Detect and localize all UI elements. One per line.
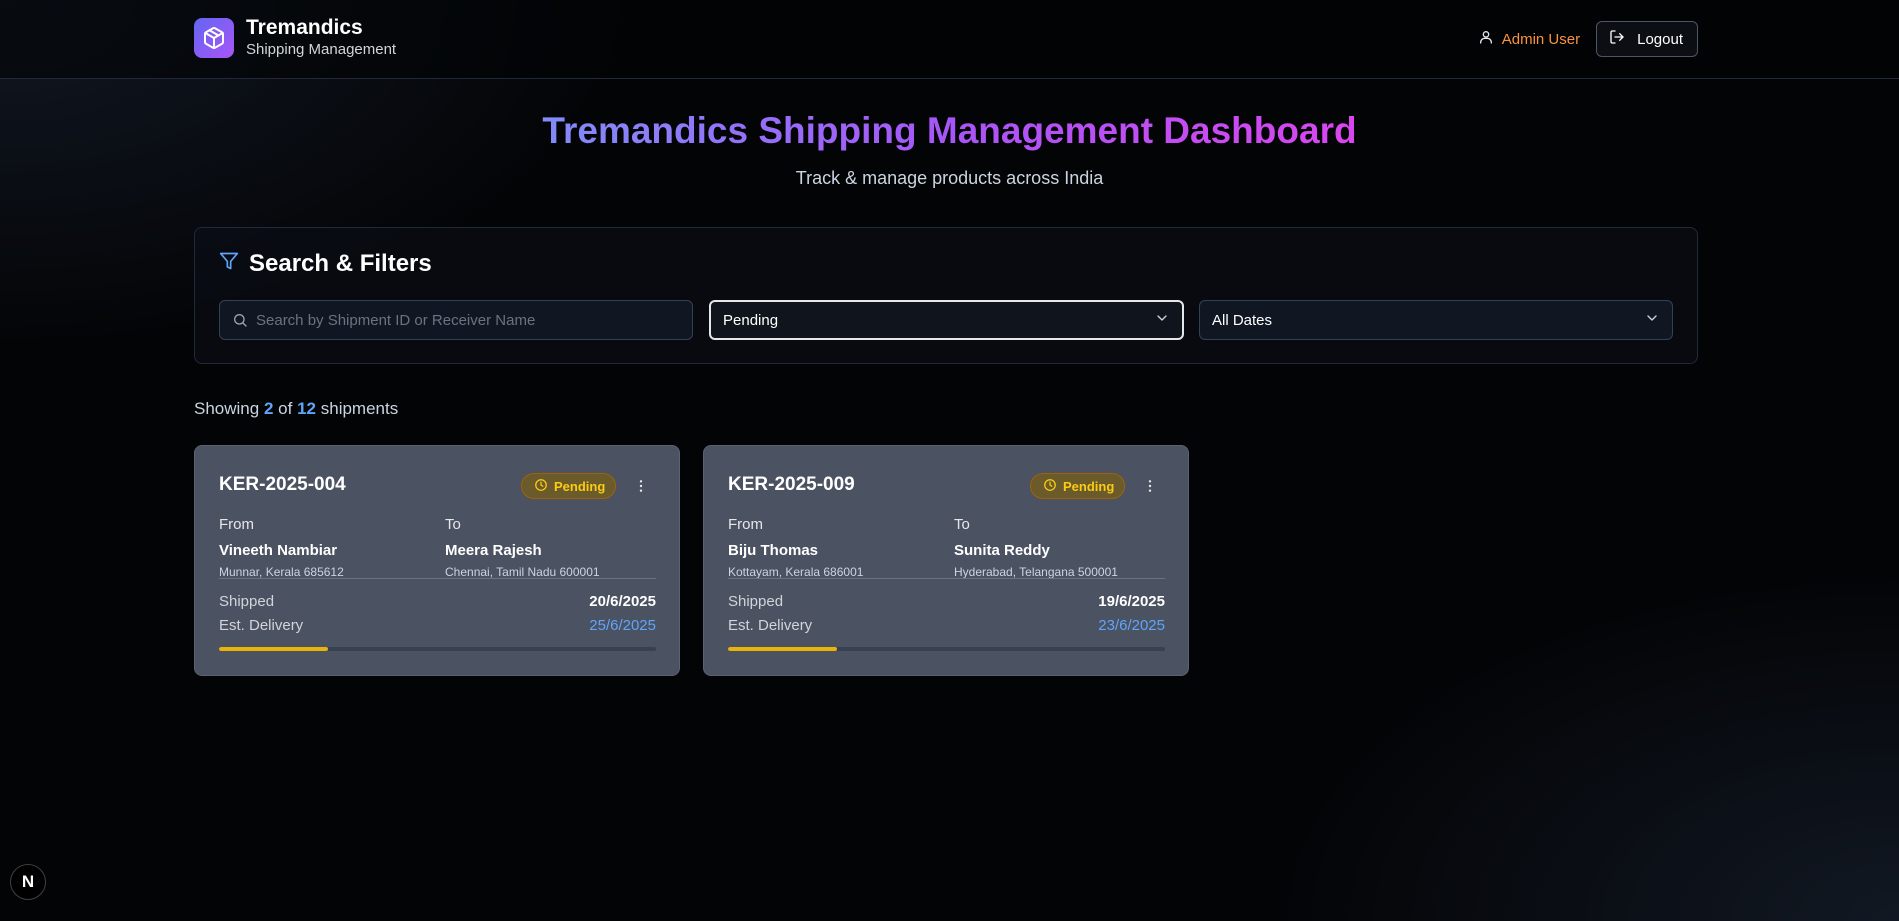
- receiver-name: Meera Rajesh: [445, 542, 542, 559]
- result-count-prefix: Showing: [194, 399, 260, 418]
- status-badge: Pending: [1030, 473, 1126, 499]
- result-count-of: of: [278, 399, 293, 418]
- shipped-label: Shipped: [219, 593, 275, 610]
- shipment-card[interactable]: KER-2025-009 Pending From Biju Thomas Ko…: [703, 445, 1189, 676]
- chevron-down-icon: [1154, 310, 1170, 331]
- shipped-row: Shipped 19/6/2025: [728, 593, 1165, 610]
- sender-info: From Biju Thomas Kottayam, Kerala 686001: [728, 516, 863, 580]
- shipment-card[interactable]: KER-2025-004 Pending From Vineeth Nambia…: [194, 445, 680, 676]
- divider: [728, 578, 1165, 579]
- user-name: Admin User: [1501, 30, 1581, 48]
- brand[interactable]: Tremandics Shipping Management: [194, 16, 397, 58]
- more-options-icon[interactable]: [631, 476, 651, 496]
- progress-bar: [219, 647, 656, 651]
- page-title: Tremandics Shipping Management Dashboard: [0, 108, 1899, 154]
- delivery-row: Est. Delivery 25/6/2025: [219, 617, 656, 634]
- nextjs-dev-badge[interactable]: N: [10, 864, 46, 900]
- filter-icon: [219, 250, 239, 278]
- chevron-down-icon: [1644, 310, 1660, 331]
- user-profile[interactable]: Admin User: [1478, 29, 1580, 50]
- delivery-row: Est. Delivery 23/6/2025: [728, 617, 1165, 634]
- divider: [219, 578, 656, 579]
- from-label: From: [728, 516, 763, 533]
- status-badge: Pending: [521, 473, 617, 499]
- brand-subtitle: Shipping Management: [246, 41, 397, 58]
- user-area: Admin User Logout: [1478, 21, 1698, 57]
- date-select[interactable]: All Dates: [1199, 300, 1673, 340]
- status-select-value: Pending: [723, 311, 779, 329]
- sender-name: Biju Thomas: [728, 542, 819, 559]
- result-count-shown: 2: [263, 399, 274, 418]
- delivery-date: 23/6/2025: [1098, 617, 1165, 634]
- sender-info: From Vineeth Nambiar Munnar, Kerala 6856…: [219, 516, 344, 580]
- logout-icon: [1609, 29, 1625, 49]
- search-box[interactable]: [219, 300, 693, 340]
- user-icon: [1478, 29, 1494, 50]
- shipped-date: 20/6/2025: [589, 593, 656, 610]
- clock-icon: [1043, 478, 1057, 495]
- top-navbar: Tremandics Shipping Management Admin Use…: [0, 0, 1899, 79]
- delivery-label: Est. Delivery: [219, 617, 304, 634]
- receiver-info: To Meera Rajesh Chennai, Tamil Nadu 6000…: [445, 516, 600, 580]
- date-select-value: All Dates: [1212, 311, 1273, 329]
- search-icon: [232, 312, 248, 328]
- more-options-icon[interactable]: [1140, 476, 1160, 496]
- logout-button[interactable]: Logout: [1596, 21, 1698, 57]
- status-badge-label: Pending: [1063, 478, 1115, 494]
- delivery-date: 25/6/2025: [589, 617, 656, 634]
- status-badge-label: Pending: [554, 478, 606, 494]
- filters-panel: Search & Filters Pending All Dates: [194, 227, 1698, 364]
- receiver-info: To Sunita Reddy Hyderabad, Telangana 500…: [954, 516, 1118, 580]
- page-title-text: Tremandics Shipping Management Dashboard: [542, 110, 1357, 151]
- shipment-id: KER-2025-009: [728, 474, 855, 495]
- search-input[interactable]: [248, 301, 692, 339]
- receiver-name: Sunita Reddy: [954, 542, 1050, 559]
- status-select[interactable]: Pending: [709, 300, 1184, 340]
- progress-bar: [728, 647, 1165, 651]
- page-subtitle: Track & manage products across India: [795, 168, 1104, 188]
- shipment-id: KER-2025-004: [219, 474, 346, 495]
- shipped-date: 19/6/2025: [1098, 593, 1165, 610]
- result-count: Showing 2 of 12 shipments: [194, 399, 398, 419]
- progress-fill: [728, 647, 838, 651]
- sender-name: Vineeth Nambiar: [219, 542, 338, 559]
- to-label: To: [954, 516, 970, 533]
- result-count-suffix: shipments: [320, 399, 399, 418]
- clock-icon: [534, 478, 548, 495]
- from-label: From: [219, 516, 254, 533]
- to-label: To: [445, 516, 461, 533]
- filters-title: Search & Filters: [249, 250, 432, 277]
- shipped-label: Shipped: [728, 593, 784, 610]
- progress-fill: [219, 647, 329, 651]
- filters-heading: Search & Filters: [219, 250, 432, 278]
- logout-label: Logout: [1637, 30, 1683, 48]
- brand-name: Tremandics: [246, 16, 363, 39]
- delivery-label: Est. Delivery: [728, 617, 813, 634]
- shipped-row: Shipped 20/6/2025: [219, 593, 656, 610]
- result-count-total: 12: [297, 399, 316, 418]
- package-icon: [194, 18, 234, 58]
